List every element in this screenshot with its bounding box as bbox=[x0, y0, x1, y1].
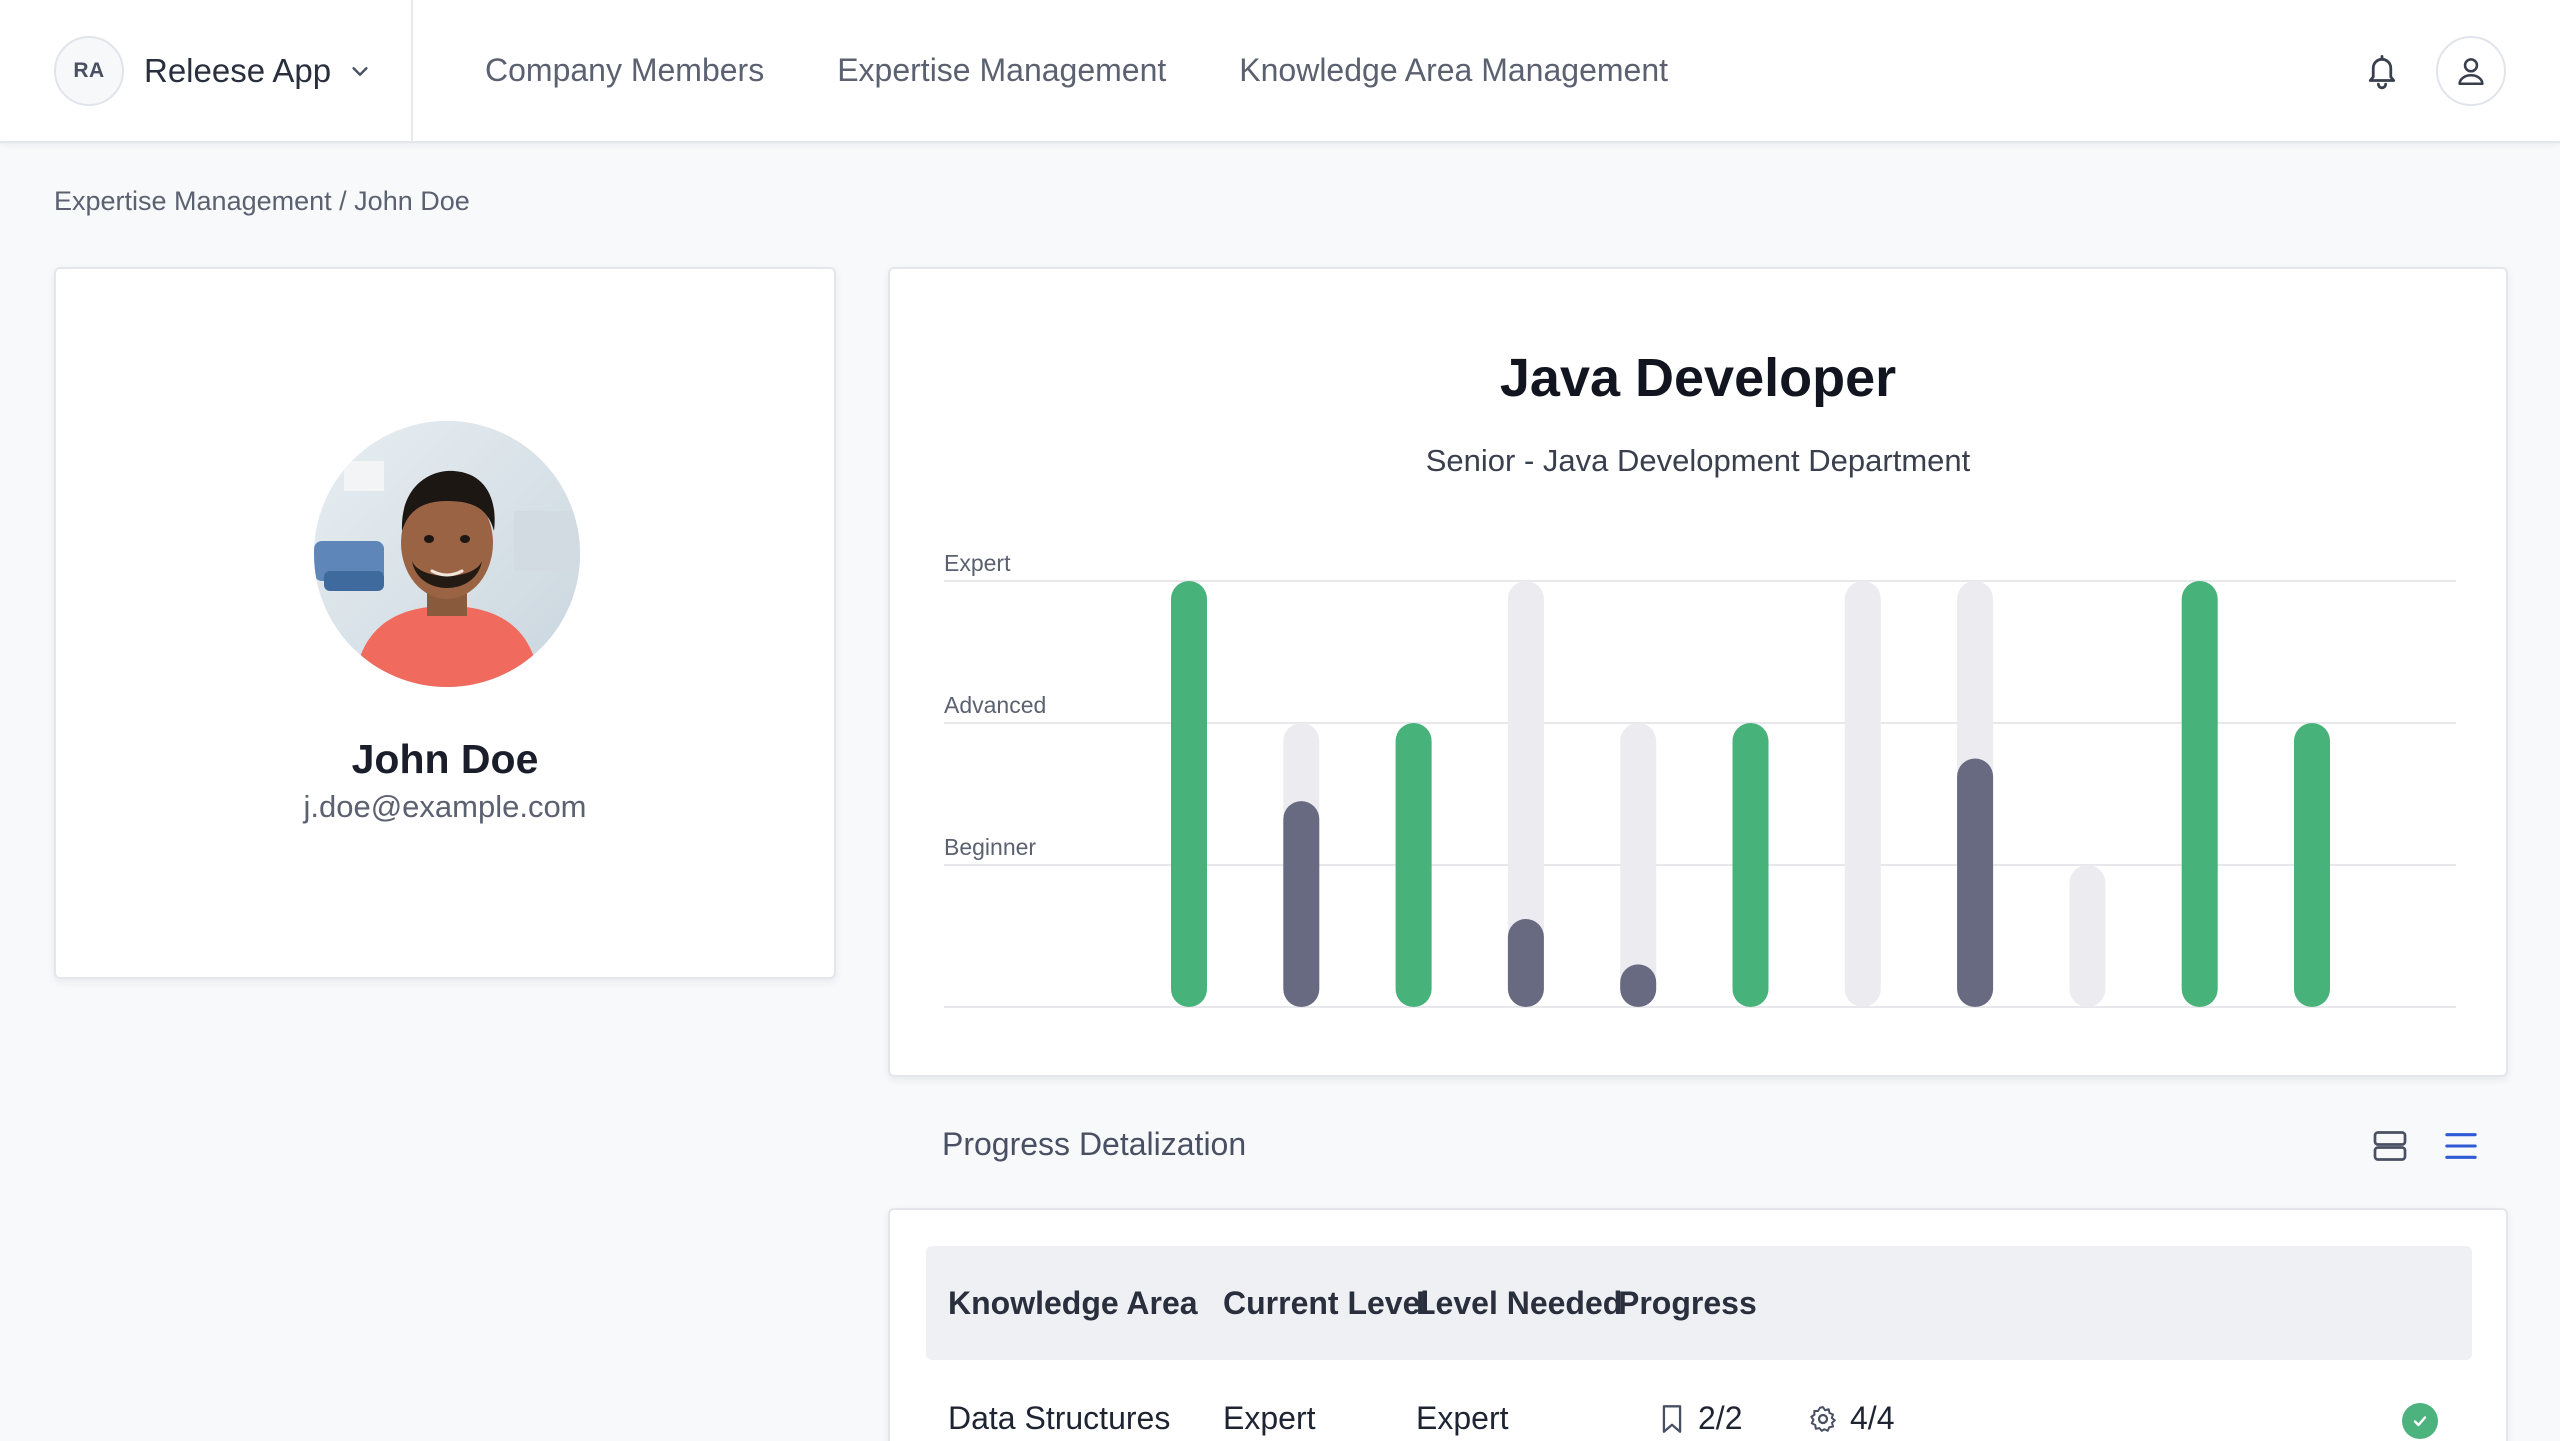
breadcrumb: Expertise Management / John Doe bbox=[54, 186, 470, 217]
cell-skills-progress: 4/4 bbox=[1850, 1400, 1895, 1436]
breadcrumb-separator: / bbox=[331, 186, 355, 216]
column-header-current-level[interactable]: Current Level bbox=[1223, 1246, 1429, 1360]
card-view-icon[interactable] bbox=[2372, 1128, 2408, 1164]
column-header-knowledge-area[interactable]: Knowledge Area bbox=[948, 1246, 1198, 1360]
expertise-chart-card: Java Developer Senior - Java Development… bbox=[888, 267, 2508, 1077]
breadcrumb-current: John Doe bbox=[354, 186, 470, 216]
bar-current[interactable] bbox=[1957, 758, 1994, 1008]
user-menu-button[interactable] bbox=[2436, 36, 2506, 106]
app-badge: RA bbox=[54, 35, 124, 106]
user-icon bbox=[2458, 58, 2484, 86]
gear-icon bbox=[1810, 1406, 1836, 1432]
bar-current[interactable] bbox=[1395, 723, 1432, 1007]
nav-expertise-management[interactable]: Expertise Management bbox=[837, 52, 1166, 89]
profile-name: John Doe bbox=[351, 736, 539, 782]
main-nav: Company Members Expertise Management Kno… bbox=[485, 0, 1741, 141]
bar-current[interactable] bbox=[2181, 581, 2218, 1007]
app-switcher[interactable]: RA Releese App bbox=[0, 0, 413, 141]
bar-current[interactable] bbox=[1620, 964, 1657, 1007]
column-header-progress[interactable]: Progress bbox=[1618, 1246, 1757, 1360]
bar-current[interactable] bbox=[2294, 723, 2330, 1007]
bar-current[interactable] bbox=[1507, 918, 1544, 1007]
bar-current[interactable] bbox=[1283, 801, 1320, 1007]
profile-email: j.doe@example.com bbox=[303, 789, 587, 824]
level-label: Beginner bbox=[944, 834, 1036, 860]
cell-level-needed: Expert bbox=[1416, 1400, 1509, 1436]
nav-company-members[interactable]: Company Members bbox=[485, 52, 764, 89]
bar-current[interactable] bbox=[1732, 723, 1769, 1007]
cell-knowledge-area: Data Structures bbox=[948, 1400, 1171, 1436]
top-bar: RA Releese App Company Members Expertise… bbox=[0, 0, 2560, 143]
completed-check-icon bbox=[2402, 1403, 2438, 1439]
bar-needed bbox=[2069, 865, 2106, 1007]
breadcrumb-parent[interactable]: Expertise Management bbox=[54, 186, 332, 216]
table-header: Knowledge Area Current Level Level Neede… bbox=[926, 1246, 2472, 1360]
level-label: Advanced bbox=[944, 692, 1046, 718]
avatar bbox=[314, 421, 580, 687]
profile-card: John Doe j.doe@example.com bbox=[54, 267, 836, 979]
bookmark-icon bbox=[1662, 1405, 1682, 1433]
progress-table: Knowledge Area Current Level Level Neede… bbox=[888, 1208, 2508, 1441]
bar-current[interactable] bbox=[1171, 581, 1207, 1007]
level-label: Expert bbox=[944, 550, 1011, 576]
expertise-bar-chart: Expert Advanced Beginner bbox=[944, 550, 2456, 1008]
bar-needed bbox=[1620, 723, 1657, 1007]
cell-tasks-progress: 2/2 bbox=[1698, 1400, 1743, 1436]
list-view-icon[interactable] bbox=[2444, 1130, 2478, 1162]
cell-current-level: Expert bbox=[1223, 1400, 1316, 1436]
nav-knowledge-area-management[interactable]: Knowledge Area Management bbox=[1239, 52, 1668, 89]
chevron-down-icon bbox=[352, 66, 368, 76]
progress-section-title: Progress Detalization bbox=[942, 1126, 1247, 1162]
bell-icon[interactable] bbox=[2364, 52, 2400, 90]
app-name: Releese App bbox=[144, 51, 332, 89]
column-header-level-needed[interactable]: Level Needed bbox=[1416, 1246, 1622, 1360]
bar-needed bbox=[1844, 581, 1881, 1007]
